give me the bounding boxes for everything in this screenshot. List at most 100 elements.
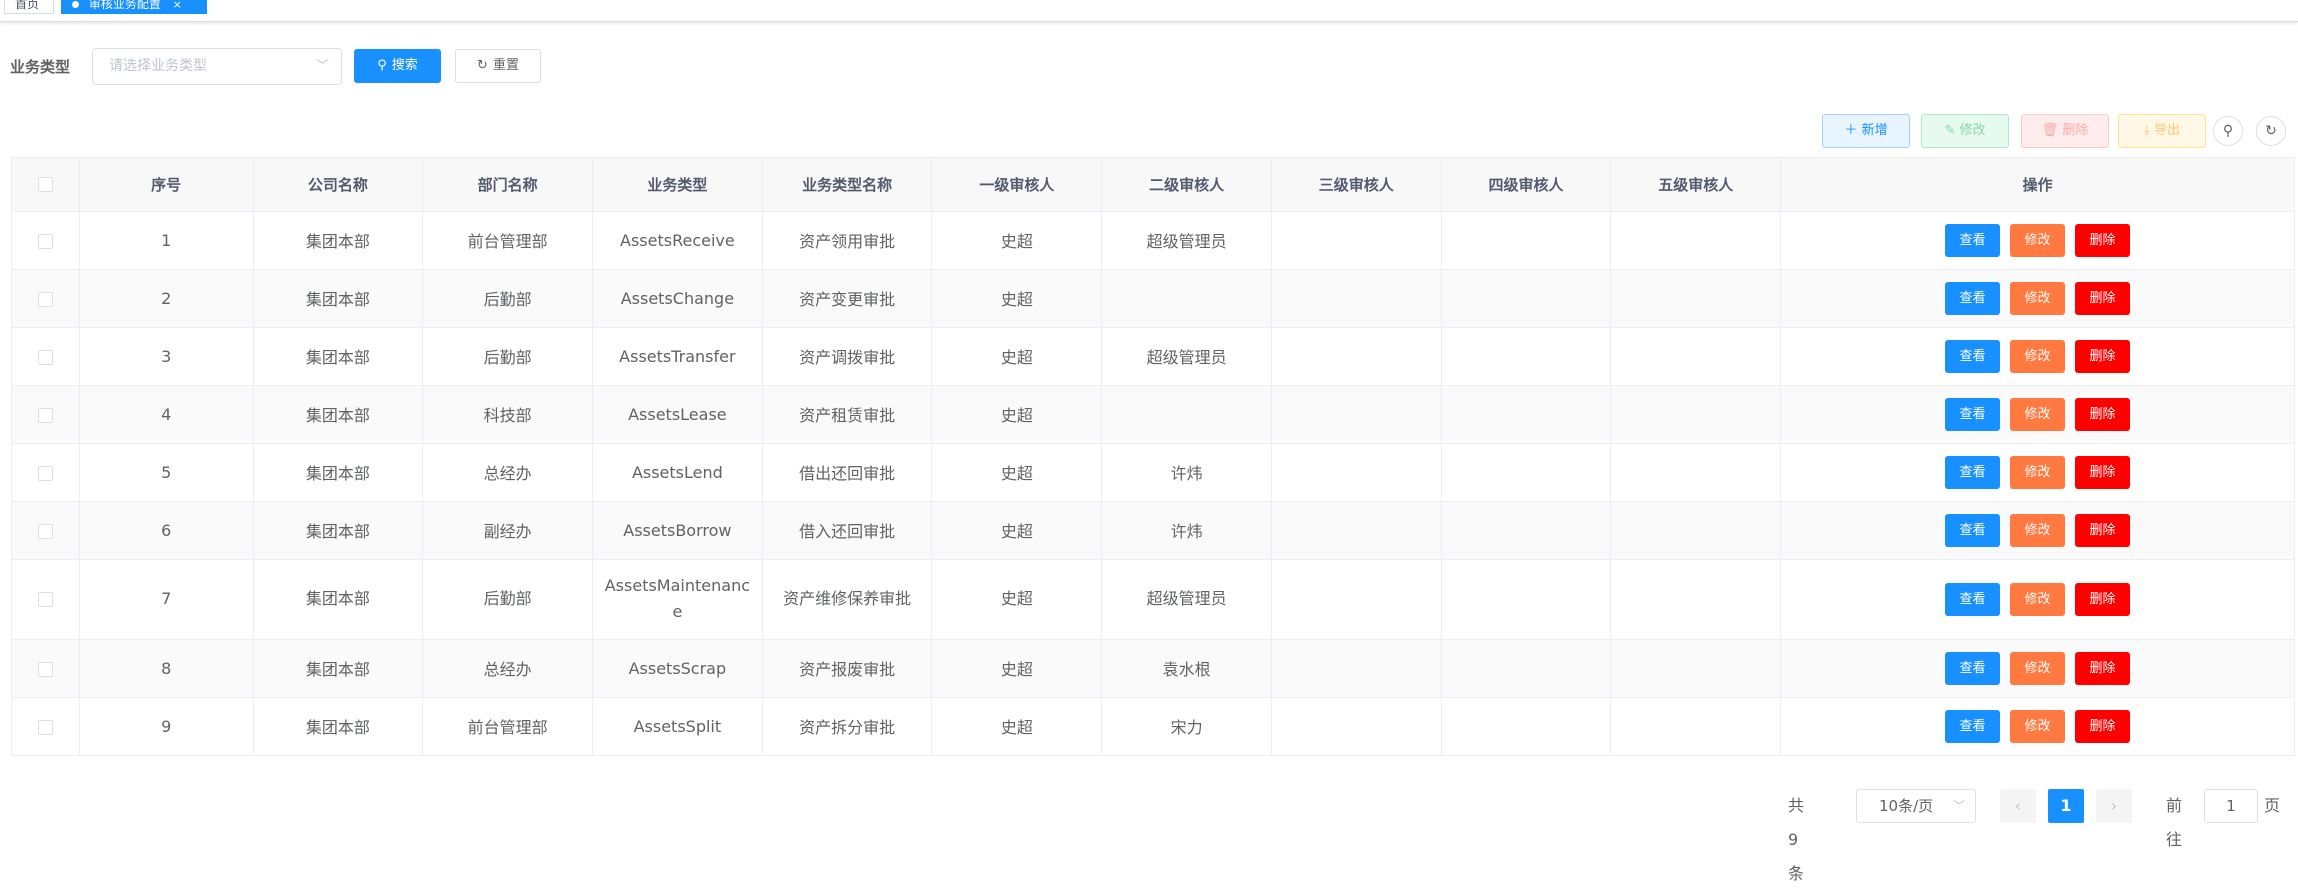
row-delete-button[interactable]: 删除	[2075, 281, 2131, 315]
export-button-label: 导出	[2153, 123, 2180, 138]
add-button[interactable]: ＋ 新增	[1822, 114, 1910, 148]
row-edit-button[interactable]: 修改	[2010, 223, 2066, 257]
page-size-value: 10条/页	[1879, 797, 1934, 815]
row-select-cell	[12, 211, 80, 270]
page-size-select[interactable]: 10条/页 ﹀	[1856, 789, 1976, 823]
next-page-button[interactable]: ›	[2096, 789, 2132, 823]
table-cell	[1271, 385, 1442, 444]
search-button[interactable]: ⚲ 搜索	[354, 49, 441, 83]
table-cell	[1441, 211, 1612, 270]
view-button[interactable]: 查看	[1945, 397, 2001, 431]
refresh-icon: ↻	[2265, 123, 2277, 139]
goto-page-input[interactable]: 1	[2204, 789, 2258, 823]
delete-button-label: 删除	[2062, 123, 2089, 138]
table-cell	[1610, 443, 1782, 502]
table-cell: 史超	[931, 327, 1103, 386]
row-delete-button[interactable]: 删除	[2075, 651, 2131, 685]
row-actions-cell: 查看 修改 删除	[1780, 327, 2294, 386]
view-button[interactable]: 查看	[1945, 223, 2001, 257]
tag-close-icon[interactable]: ×	[173, 0, 182, 11]
row-select-cell	[12, 385, 80, 444]
table-cell	[1101, 385, 1272, 444]
page-number-button[interactable]: 1	[2048, 789, 2084, 823]
reset-button[interactable]: ↻ 重置	[455, 49, 541, 83]
row-edit-button[interactable]: 修改	[2010, 455, 2066, 489]
table-cell: 史超	[931, 559, 1103, 640]
row-delete-button[interactable]: 删除	[2075, 339, 2131, 373]
select-all-cell	[12, 158, 80, 212]
table-cell: 史超	[931, 269, 1103, 328]
view-button[interactable]: 查看	[1945, 455, 2001, 489]
row-delete-button[interactable]: 删除	[2075, 709, 2131, 743]
row-edit-button[interactable]: 修改	[2010, 339, 2066, 373]
view-button[interactable]: 查看	[1945, 281, 2001, 315]
row-checkbox[interactable]	[37, 465, 53, 481]
table-cell: 超级管理员	[1101, 559, 1272, 640]
table-cell	[1271, 211, 1442, 270]
business-type-select[interactable]: 请选择业务类型 ﹀	[92, 47, 342, 85]
row-checkbox[interactable]	[37, 349, 53, 365]
table-cell: 总经办	[422, 639, 593, 698]
header-cell: 三级审核人	[1271, 158, 1442, 212]
row-checkbox[interactable]	[37, 523, 53, 539]
row-edit-button[interactable]: 修改	[2010, 709, 2066, 743]
table-cell	[1441, 639, 1612, 698]
view-button[interactable]: 查看	[1945, 709, 2001, 743]
table-row: 7 集团本部 后勤部 AssetsMaintenance 资产维修保养审批 史超 超级管理员…	[12, 559, 2294, 640]
select-all-checkbox[interactable]	[37, 177, 53, 193]
row-checkbox[interactable]	[37, 719, 53, 735]
table-row: 3 集团本部 后勤部 AssetsTransfer 资产调拨审批 史超 超级管理员 查看 修改删…	[12, 327, 2294, 386]
prev-page-button[interactable]: ‹	[2000, 789, 2036, 823]
table-cell: 许炜	[1101, 501, 1272, 560]
row-actions-cell: 查看 修改 删除	[1780, 211, 2294, 270]
header-cell: 操作	[1780, 158, 2294, 212]
select-placeholder: 请选择业务类型	[109, 57, 207, 74]
table-cell: 资产拆分审批	[762, 697, 933, 756]
row-delete-button[interactable]: 删除	[2075, 455, 2131, 489]
active-dot-icon	[72, 1, 79, 8]
view-button[interactable]: 查看	[1945, 339, 2001, 373]
table-cell: 集团本部	[253, 211, 424, 270]
table-cell: 许炜	[1101, 443, 1272, 502]
row-checkbox[interactable]	[37, 291, 53, 307]
row-delete-button[interactable]: 删除	[2075, 513, 2131, 547]
row-delete-button[interactable]: 删除	[2075, 223, 2131, 257]
row-delete-button[interactable]: 删除	[2075, 582, 2131, 616]
row-edit-button[interactable]: 修改	[2010, 281, 2066, 315]
table-cell: 科技部	[422, 385, 593, 444]
row-checkbox[interactable]	[37, 233, 53, 249]
edit-button[interactable]: ✎ 修改	[1921, 114, 2009, 148]
business-type-label: 业务类型	[10, 57, 71, 76]
view-button[interactable]: 查看	[1945, 582, 2001, 616]
delete-button[interactable]: 🗑 删除	[2021, 114, 2109, 148]
table-cell: 借入还回审批	[762, 501, 933, 560]
table-cell: 超级管理员	[1101, 327, 1272, 386]
refresh-icon: ↻	[477, 58, 488, 73]
table-row: 1 集团本部 前台管理部 AssetsReceive 资产领用审批 史超 超级管理员 查看 修改…	[12, 211, 2294, 270]
header-cell: 公司名称	[253, 158, 424, 212]
row-checkbox[interactable]	[37, 592, 53, 607]
row-edit-button[interactable]: 修改	[2010, 651, 2066, 685]
header-cell: 一级审核人	[931, 158, 1103, 212]
row-checkbox[interactable]	[37, 661, 53, 677]
refresh-button[interactable]: ↻	[2256, 116, 2286, 146]
table-cell	[1441, 559, 1612, 640]
view-button[interactable]: 查看	[1945, 513, 2001, 547]
table-row: 5 集团本部 总经办 AssetsLend 借出还回审批 史超 许炜 查看 修改 删除	[12, 443, 2294, 502]
table-cell	[1271, 697, 1442, 756]
export-button[interactable]: ⤓ 导出	[2118, 114, 2206, 148]
view-button[interactable]: 查看	[1945, 651, 2001, 685]
row-edit-button[interactable]: 修改	[2010, 397, 2066, 431]
row-edit-button[interactable]: 修改	[2010, 582, 2066, 616]
tag-active[interactable]: 审核业务配置 ×	[61, 0, 207, 14]
header-cell: 二级审核人	[1101, 158, 1272, 212]
tag-home[interactable]: 首页	[4, 0, 54, 14]
table-cell: 后勤部	[422, 559, 593, 640]
table-cell	[1610, 327, 1782, 386]
row-select-cell	[12, 501, 80, 560]
row-delete-button[interactable]: 删除	[2075, 397, 2131, 431]
row-checkbox[interactable]	[37, 407, 53, 423]
row-edit-button[interactable]: 修改	[2010, 513, 2066, 547]
row-actions-cell: 查看 修改 删除	[1780, 639, 2294, 698]
toggle-search-button[interactable]: ⚲	[2213, 116, 2243, 146]
